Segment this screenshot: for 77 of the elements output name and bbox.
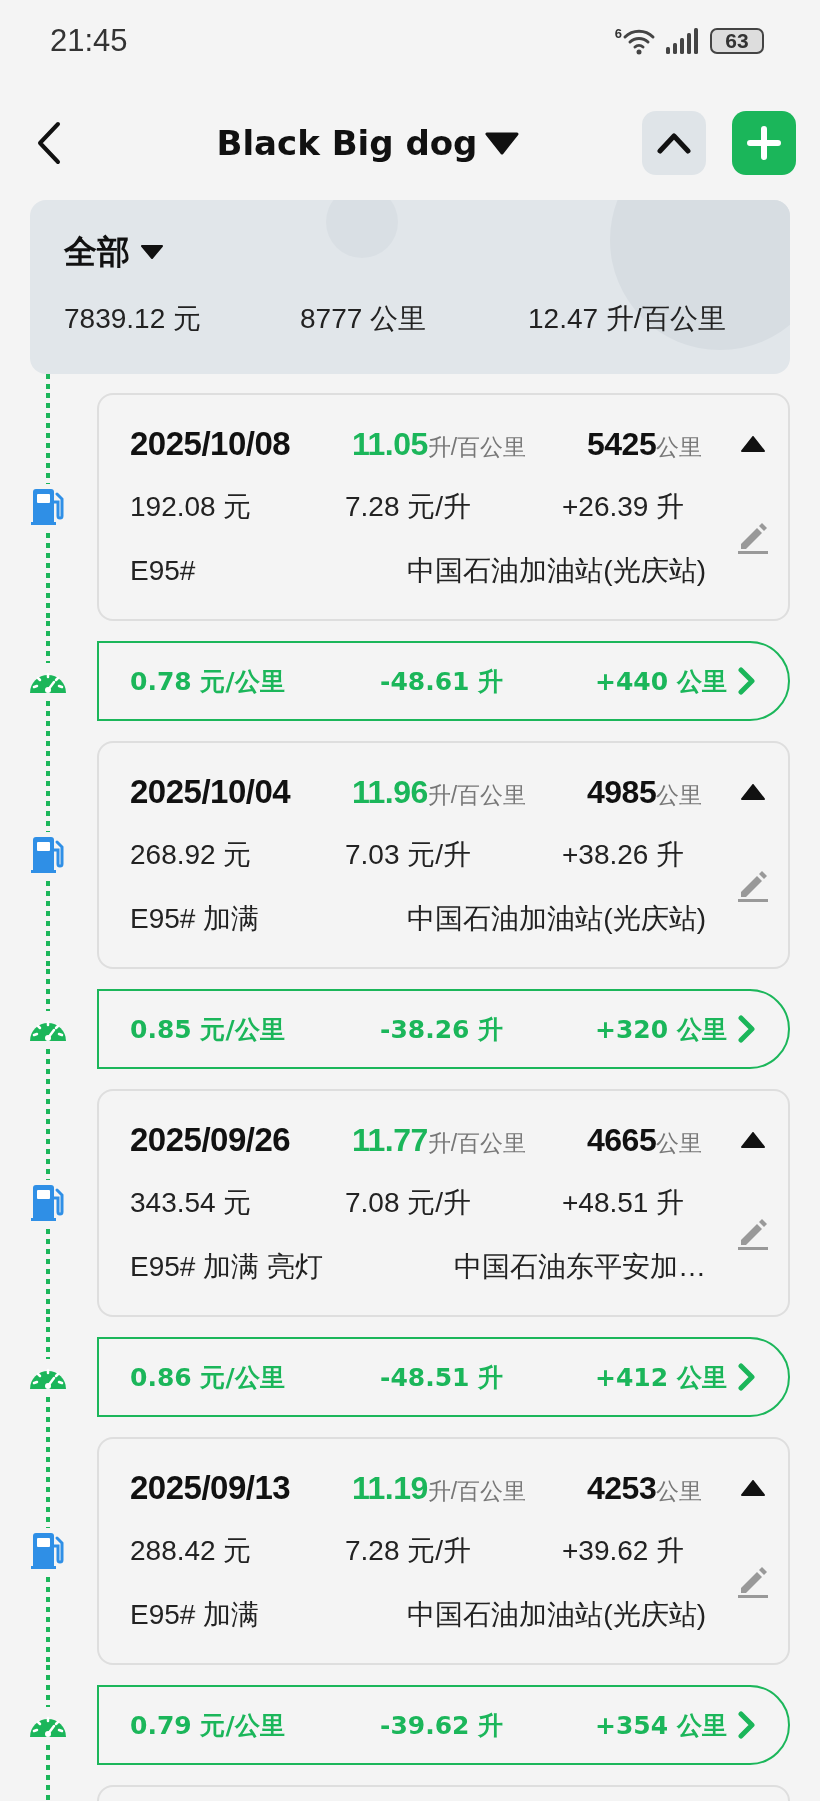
- amount-text: 288.42 元: [130, 1534, 253, 1568]
- fuel-tags: E95# 加满: [130, 1596, 260, 1634]
- add-button[interactable]: [732, 111, 796, 175]
- station-name: 中国石油加油站(光庆站): [407, 554, 706, 588]
- wifi-label: 6: [614, 27, 622, 40]
- amount-text: 343.54 元: [130, 1186, 253, 1220]
- chevron-up-icon: [657, 132, 691, 154]
- back-chevron-icon: [36, 121, 62, 165]
- average-consumption: 12.47 升/百公里: [528, 302, 727, 336]
- price-text: 7.08 元/升: [345, 1186, 473, 1220]
- odometer-value: 4253: [587, 1470, 657, 1506]
- record-date: 2025/09/26: [130, 1121, 292, 1159]
- consumption-unit: 升/百公里: [427, 782, 527, 808]
- consumption-value: 11.19: [352, 1470, 428, 1506]
- fuel-pump-icon: [29, 1184, 66, 1222]
- odometer-value: 4985: [587, 774, 657, 810]
- filter-dropdown[interactable]: 全部: [64, 226, 164, 278]
- signal-icon: [666, 28, 700, 54]
- record-date: 2025/10/04: [130, 773, 292, 811]
- odometer-unit: 公里: [656, 782, 703, 808]
- caret-up-icon[interactable]: [741, 784, 765, 800]
- chevron-right-icon: [738, 667, 756, 695]
- record-date: 2025/09/13: [130, 1469, 292, 1507]
- volume-text: +38.26 升: [562, 838, 686, 872]
- collapse-button[interactable]: [642, 111, 706, 175]
- edit-pencil-icon[interactable]: [737, 868, 769, 902]
- fuel-pump-icon: [29, 1532, 66, 1570]
- edit-pencil-icon[interactable]: [737, 520, 769, 554]
- record-date: 2025/10/08: [130, 425, 292, 463]
- amount-text: 268.92 元: [130, 838, 253, 872]
- consumption-unit: 升/百公里: [427, 1478, 527, 1504]
- wifi-icon: [622, 27, 656, 55]
- edit-pencil-icon[interactable]: [737, 1564, 769, 1598]
- chevron-right-icon: [738, 1363, 756, 1391]
- vehicle-selector[interactable]: Black Big dog: [216, 123, 520, 163]
- fuel-tags: E95# 加满: [130, 900, 260, 938]
- plus-icon: [747, 126, 781, 160]
- consumption-value: 11.77: [352, 1122, 428, 1158]
- fuel-tags: E95# 加满 亮灯: [130, 1248, 323, 1286]
- consumption-unit: 升/百公里: [427, 1130, 527, 1156]
- price-text: 7.03 元/升: [345, 838, 473, 872]
- fuel-pump-icon: [29, 488, 66, 526]
- fuel-tags: E95#: [130, 555, 196, 587]
- record-card[interactable]: 2025/09/13 11.19升/百公里 4253公里 288.42 元 7.28 元/升 +39.62 升 E95# 加满 中国石油加油站(光庆站): [97, 1437, 790, 1665]
- chevron-right-icon: [738, 1711, 756, 1739]
- caret-up-icon[interactable]: [741, 1132, 765, 1148]
- consumption-unit: 升/百公里: [427, 434, 527, 460]
- dropdown-triangle-icon: [140, 244, 164, 260]
- record-card[interactable]: 2025/10/04 11.96升/百公里 4985公里 268.92 元 7.03 元/升 +38.26 升 E95# 加满 中国石油加油站(光庆站): [97, 741, 790, 969]
- dropdown-triangle-icon: [485, 131, 520, 155]
- caret-up-icon[interactable]: [741, 1480, 765, 1496]
- price-text: 7.28 元/升: [345, 1534, 473, 1568]
- volume-text: +48.51 升: [562, 1186, 686, 1220]
- status-time: 21:45: [50, 23, 128, 59]
- amount-text: 192.08 元: [130, 490, 253, 524]
- station-name: 中国石油东平安加…: [454, 1250, 706, 1284]
- consumption-value: 11.05: [352, 426, 428, 462]
- volume-text: +39.62 升: [562, 1534, 686, 1568]
- caret-up-icon[interactable]: [741, 436, 765, 452]
- total-cost: 7839.12 元: [64, 302, 202, 336]
- consumption-value: 11.96: [352, 774, 428, 810]
- battery-indicator: 63: [710, 28, 764, 54]
- volume-text: +26.39 升: [562, 490, 686, 524]
- fuel-pump-icon: [29, 836, 66, 874]
- odometer-value: 4665: [587, 1122, 657, 1158]
- chevron-right-icon: [738, 1015, 756, 1043]
- odometer-unit: 公里: [656, 1478, 703, 1504]
- total-distance: 8777 公里: [300, 302, 428, 336]
- station-name: 中国石油加油站(光庆站): [407, 1598, 706, 1632]
- station-name: 中国石油加油站(光庆站): [407, 902, 706, 936]
- price-text: 7.28 元/升: [345, 490, 473, 524]
- edit-pencil-icon[interactable]: [737, 1216, 769, 1250]
- odometer-unit: 公里: [656, 434, 703, 460]
- record-card[interactable]: 2025/09/26 11.77升/百公里 4665公里 343.54 元 7.08 元/升 +48.51 升 E95# 加满 亮灯 中国石油东平安加…: [97, 1089, 790, 1317]
- odometer-value: 5425: [587, 426, 657, 462]
- odometer-unit: 公里: [656, 1130, 703, 1156]
- record-card[interactable]: 2025/10/08 11.05升/百公里 5425公里 192.08 元 7.28 元/升 +26.39 升 E95# 中国石油加油站(光庆站): [97, 393, 790, 621]
